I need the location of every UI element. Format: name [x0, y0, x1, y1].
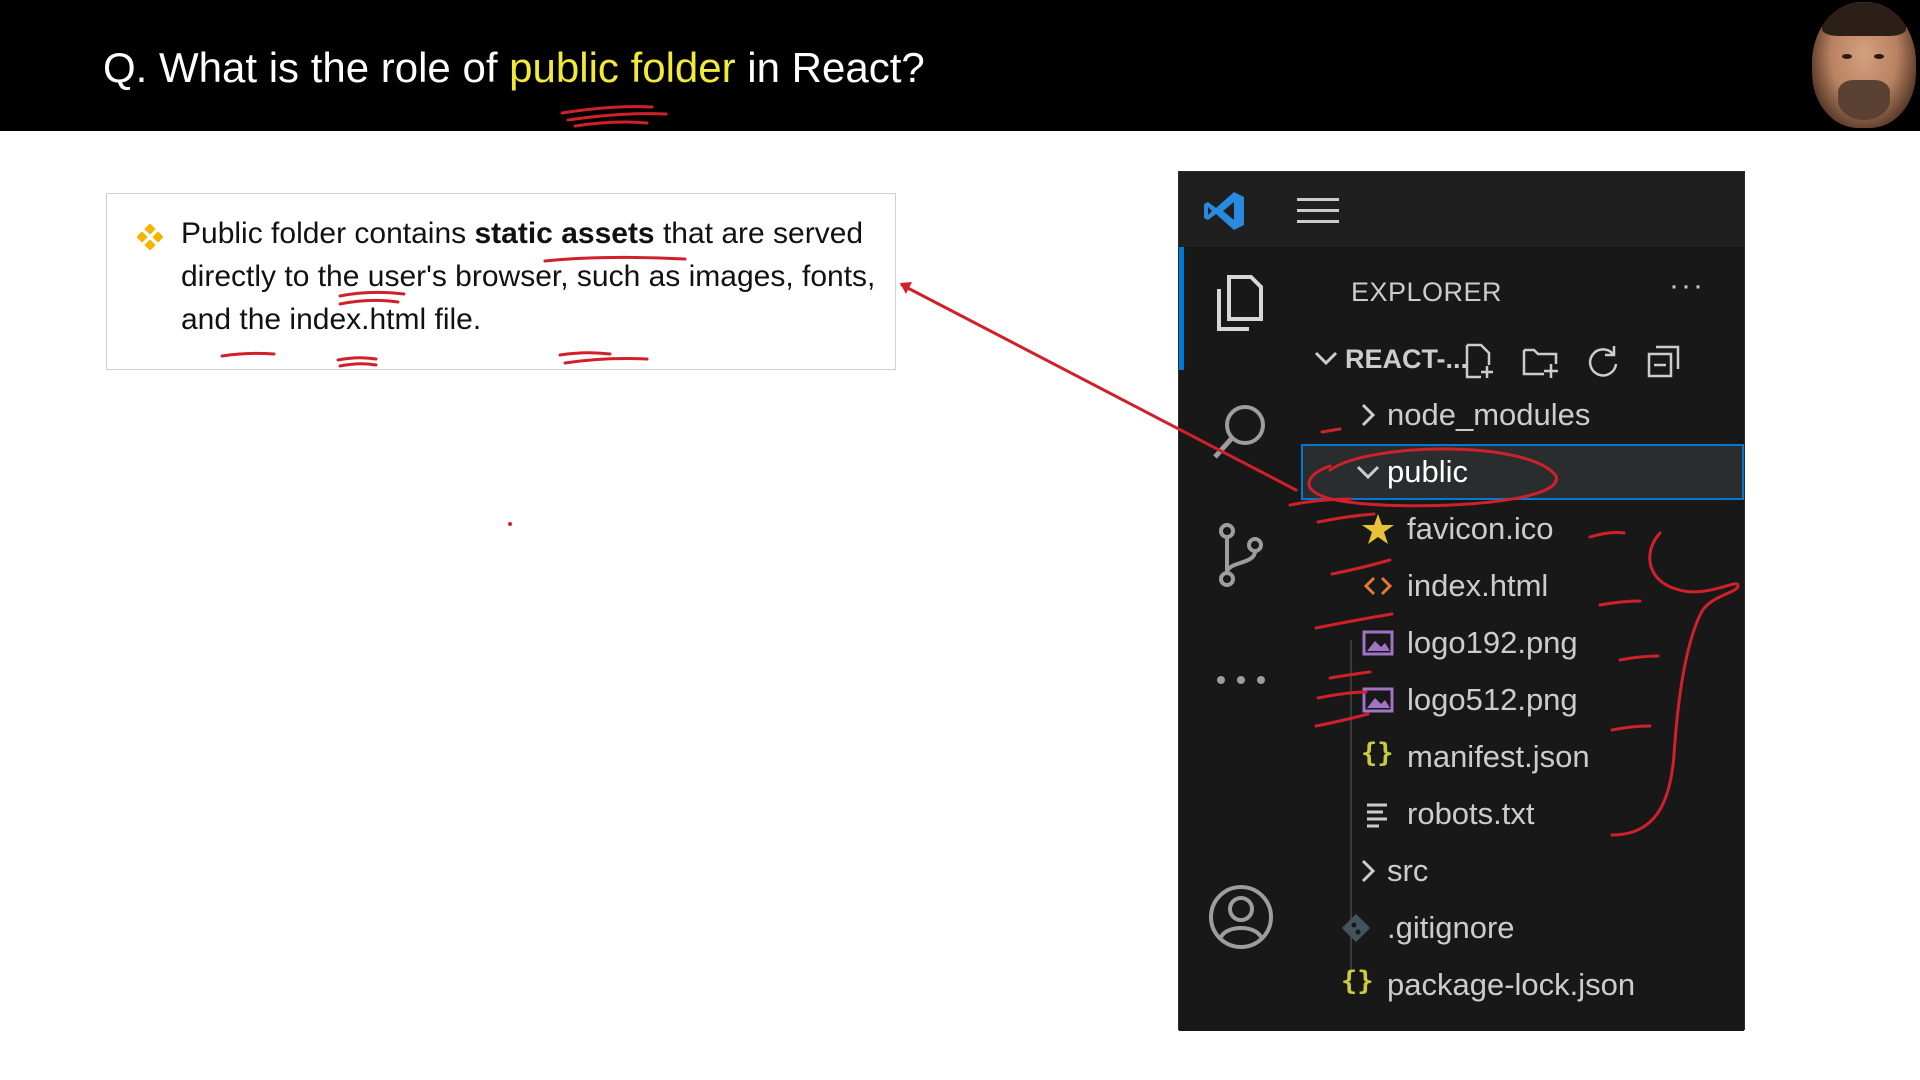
tree-item-robots[interactable]: robots.txt [1301, 786, 1744, 842]
avatar-eye [1842, 54, 1852, 59]
question-suffix: in React? [735, 44, 925, 91]
json-icon: {} [1341, 966, 1374, 997]
search-icon[interactable] [1205, 395, 1277, 467]
tree-item-label: src [1387, 853, 1429, 888]
json-icon: {} [1361, 738, 1394, 769]
source-control-icon[interactable] [1205, 519, 1277, 591]
tree-item-index-html[interactable]: index.html [1301, 558, 1744, 614]
tree-item-src[interactable]: src [1301, 843, 1744, 899]
tree-item-logo192[interactable]: logo192.png [1301, 615, 1744, 671]
titlebar [1179, 172, 1744, 248]
tree-item-favicon[interactable]: favicon.ico [1301, 501, 1744, 557]
new-folder-icon[interactable] [1521, 342, 1559, 380]
explorer-more-button[interactable]: ··· [1669, 269, 1705, 303]
presenter-avatar [1812, 2, 1916, 128]
tree-item-manifest[interactable]: {} manifest.json [1301, 729, 1744, 785]
tree-item-label: node_modules [1387, 397, 1591, 432]
new-file-icon[interactable] [1459, 342, 1497, 380]
chevron-down-icon [1314, 351, 1338, 366]
diamond-bullet-icon [137, 224, 163, 250]
avatar-beard [1838, 80, 1890, 120]
active-indicator [1179, 247, 1184, 370]
tree-item-gitignore[interactable]: .gitignore [1301, 900, 1744, 956]
tree-item-label: logo512.png [1407, 682, 1578, 717]
tree-item-label: package-lock.json [1387, 967, 1636, 1002]
collapse-all-icon[interactable] [1645, 342, 1683, 380]
avatar-eye [1874, 54, 1884, 59]
vscode-panel: EXPLORER ··· REACT-... node_modules publ… [1178, 171, 1745, 1031]
image-icon [1362, 630, 1394, 656]
git-icon [1341, 913, 1371, 943]
image-icon [1362, 687, 1394, 713]
question-title: Q. What is the role of public folder in … [103, 44, 925, 92]
avatar-hair [1822, 2, 1906, 36]
tree-item-label: public [1387, 454, 1468, 489]
tree-item-label: .gitignore [1387, 910, 1515, 945]
question-prefix: Q. What is the role of [103, 44, 510, 91]
explorer-sidebar: EXPLORER ··· REACT-... node_modules publ… [1301, 247, 1744, 1031]
text-file-icon [1367, 803, 1387, 828]
question-highlight: public folder [509, 44, 736, 91]
tree-item-public[interactable]: public [1301, 444, 1744, 500]
tree-item-label: robots.txt [1407, 796, 1535, 831]
html-icon [1363, 576, 1393, 596]
account-icon[interactable] [1205, 881, 1277, 953]
ink-dot [508, 522, 512, 526]
chevron-down-icon [1356, 465, 1380, 480]
activity-bar [1179, 247, 1302, 1031]
project-name: REACT-... [1345, 344, 1469, 374]
header-band: Q. What is the role of public folder in … [0, 0, 1920, 131]
definition-card: Public folder contains static assets tha… [106, 193, 896, 370]
tree-item-label: manifest.json [1407, 739, 1590, 774]
tree-item-label: logo192.png [1407, 625, 1578, 660]
tree-item-label: favicon.ico [1407, 511, 1554, 546]
definition-text-start: Public folder contains [181, 217, 475, 250]
tree-item-logo512[interactable]: logo512.png [1301, 672, 1744, 728]
tree-item-label: index.html [1407, 568, 1549, 603]
project-header[interactable]: REACT-... [1301, 330, 1744, 386]
tree-item-node-modules[interactable]: node_modules [1301, 387, 1744, 443]
refresh-icon[interactable] [1583, 342, 1621, 380]
definition-bold: static assets [474, 217, 655, 250]
tree-item-package-lock[interactable]: {} package-lock.json [1301, 957, 1744, 1013]
hamburger-menu-icon[interactable] [1297, 195, 1339, 227]
chevron-right-icon [1361, 859, 1376, 883]
star-icon [1362, 514, 1394, 544]
vscode-logo-icon [1204, 192, 1244, 230]
chevron-right-icon [1361, 403, 1376, 427]
files-icon[interactable] [1205, 267, 1277, 339]
explorer-title: EXPLORER [1351, 277, 1503, 307]
definition-text: Public folder contains static assets tha… [181, 212, 881, 341]
ellipsis-icon[interactable] [1205, 644, 1277, 716]
